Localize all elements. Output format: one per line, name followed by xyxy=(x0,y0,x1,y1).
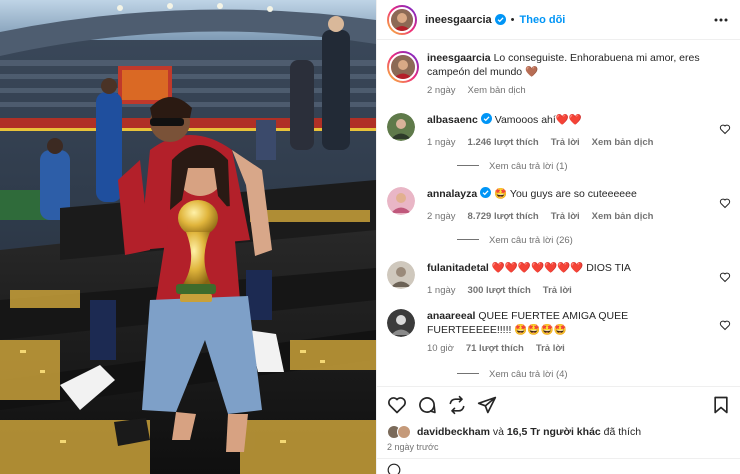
comment-translate-link[interactable]: Xem bản dịch xyxy=(592,137,654,148)
comments-list[interactable]: ineesgaarcia Lo conseguiste. Enhorabuena… xyxy=(377,41,740,386)
comment-like-heart-icon[interactable] xyxy=(719,197,731,209)
follow-button[interactable]: Theo dõi xyxy=(520,14,566,26)
post-photo[interactable] xyxy=(0,0,376,474)
caption-avatar[interactable] xyxy=(387,51,419,83)
comment-like-heart-icon[interactable] xyxy=(719,319,731,331)
author-avatar-image xyxy=(391,8,413,31)
comment-item: anaareeal QUEE FUERTEE AMIGA QUEE FUERTE… xyxy=(387,309,731,373)
verified-badge-icon xyxy=(480,113,492,124)
post-detail-panel: ineesgaarcia • Theo dõi ineesgaarcia Lo … xyxy=(376,0,740,474)
caption-avatar-image xyxy=(391,55,415,79)
share-icon[interactable] xyxy=(447,395,467,415)
comment-avatar[interactable] xyxy=(387,261,415,289)
comment-time: 10 giờ xyxy=(427,343,454,354)
comment-reply-link[interactable]: Trả lời xyxy=(536,343,565,354)
comment-avatar[interactable] xyxy=(387,113,415,141)
comment-username[interactable]: annalayza xyxy=(427,188,477,200)
comment-username[interactable]: fulanitadetal xyxy=(427,262,489,274)
verified-badge-icon xyxy=(480,187,492,198)
first-liker-username[interactable]: davidbeckham xyxy=(417,426,490,438)
view-replies-link[interactable]: Xem câu trả lời (4) xyxy=(457,369,568,380)
author-username[interactable]: ineesgaarcia xyxy=(425,14,492,26)
comment-avatar[interactable] xyxy=(387,309,415,337)
comment-like-count[interactable]: 300 lượt thích xyxy=(468,285,531,296)
post-image xyxy=(0,0,376,474)
comment-avatar[interactable] xyxy=(387,187,415,215)
comment-like-count[interactable]: 1.246 lượt thích xyxy=(468,137,539,148)
comment-like-heart-icon[interactable] xyxy=(719,271,731,283)
verified-badge-icon xyxy=(494,14,506,25)
likes-summary[interactable]: davidbeckham và 16,5 Tr người khác đã th… xyxy=(387,424,731,440)
caption-text: ineesgaarcia Lo conseguiste. Enhorabuena… xyxy=(427,51,727,79)
comment-like-count[interactable]: 71 lượt thích xyxy=(466,343,524,354)
comment-time: 1 ngày xyxy=(427,137,456,148)
likes-connector: và xyxy=(492,426,504,438)
comment-like-count[interactable]: 8.729 lượt thích xyxy=(468,211,539,222)
heart-icon[interactable] xyxy=(387,395,407,415)
more-icon[interactable] xyxy=(713,12,729,28)
comment-username[interactable]: anaareeal xyxy=(427,310,475,322)
liker-avatars xyxy=(387,425,413,439)
comment-username[interactable]: albasaenc xyxy=(427,114,478,126)
send-icon[interactable] xyxy=(477,395,497,415)
likes-suffix: đã thích xyxy=(603,426,642,438)
comment-translate-link[interactable]: Xem bản dịch xyxy=(592,211,654,222)
add-comment-row[interactable] xyxy=(377,458,740,474)
comment-text: ❤️❤️❤️❤️❤️❤️❤️ DIOS TIA xyxy=(491,262,631,274)
author-avatar[interactable] xyxy=(387,4,417,35)
view-replies-link[interactable]: Xem câu trả lời (1) xyxy=(457,161,568,172)
post-timestamp: 2 ngày trước xyxy=(387,442,439,452)
post-header: ineesgaarcia • Theo dõi xyxy=(377,0,740,40)
comment-item: fulanitadetal ❤️❤️❤️❤️❤️❤️❤️ DIOS TIA 1 … xyxy=(387,261,731,305)
comment-reply-link[interactable]: Trả lời xyxy=(543,285,572,296)
bookmark-icon[interactable] xyxy=(711,395,731,415)
separator-dot: • xyxy=(510,13,515,26)
comment-reply-link[interactable]: Trả lời xyxy=(551,211,580,222)
comment-time: 1 ngày xyxy=(427,285,456,296)
comment-reply-link[interactable]: Trả lời xyxy=(551,137,580,148)
caption-username[interactable]: ineesgaarcia xyxy=(427,52,491,64)
emoji-icon[interactable] xyxy=(387,463,401,474)
likes-others-count[interactable]: 16,5 Tr người khác xyxy=(507,426,601,438)
comment-like-heart-icon[interactable] xyxy=(719,123,731,135)
post-action-bar xyxy=(377,386,740,420)
comment-time: 2 ngày xyxy=(427,211,456,222)
caption-time: 2 ngày xyxy=(427,85,456,96)
view-replies-link[interactable]: Xem câu trả lời (26) xyxy=(457,235,573,246)
comment-text: Vamooos ahí❤️❤️ xyxy=(494,114,582,126)
caption-translate-link[interactable]: Xem bản dịch xyxy=(468,85,526,96)
caption: ineesgaarcia Lo conseguiste. Enhorabuena… xyxy=(387,51,731,107)
comment-text: 🤩 You guys are so cuteeeeee xyxy=(494,188,637,200)
comment-icon[interactable] xyxy=(417,395,437,415)
